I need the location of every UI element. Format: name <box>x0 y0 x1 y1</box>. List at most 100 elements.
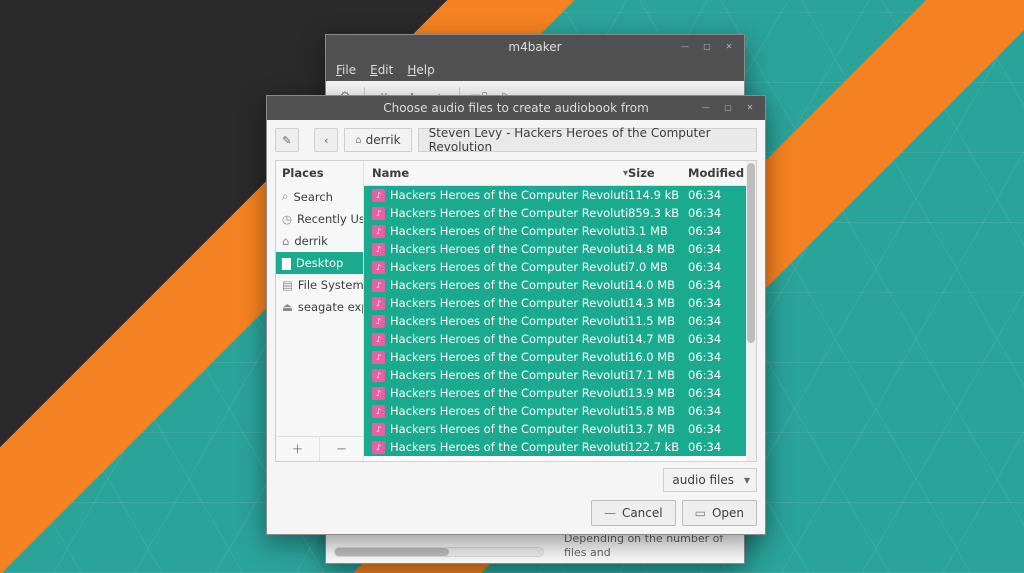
column-size[interactable]: Size <box>628 166 688 180</box>
m4baker-titlebar[interactable]: m4baker — ▢ ✕ <box>326 35 744 59</box>
breadcrumb-home-label: derrik <box>366 133 401 147</box>
file-name: Hackers Heroes of the Computer Revolutio… <box>390 386 628 400</box>
place-icon: ⌂ <box>282 234 289 248</box>
place-icon: ⏏ <box>282 300 293 314</box>
menu-file[interactable]: File <box>336 63 356 77</box>
breadcrumb-home[interactable]: ⌂ derrik <box>344 128 411 152</box>
cancel-button[interactable]: — Cancel <box>591 500 676 526</box>
file-size: 7.0 MB <box>628 260 688 274</box>
audio-file-icon: ♪ <box>372 225 385 238</box>
file-row[interactable]: ♪Hackers Heroes of the Computer Revoluti… <box>364 240 756 258</box>
file-modified: 06:34 <box>688 224 748 238</box>
file-row[interactable]: ♪Hackers Heroes of the Computer Revoluti… <box>364 402 756 420</box>
file-size: 16.0 MB <box>628 350 688 364</box>
file-columns: Name ▾ Size Modified <box>364 161 756 186</box>
file-row[interactable]: ♪Hackers Heroes of the Computer Revoluti… <box>364 294 756 312</box>
file-size: 14.8 MB <box>628 242 688 256</box>
file-size: 11.5 MB <box>628 314 688 328</box>
close-icon[interactable]: ✕ <box>743 100 757 114</box>
places-item-desktop[interactable]: ▇Desktop <box>276 252 363 274</box>
dialog-title: Choose audio files to create audiobook f… <box>267 101 765 115</box>
path-back-button[interactable]: ‹ <box>314 128 338 152</box>
file-modified: 06:34 <box>688 314 748 328</box>
menubar: File Edit Help <box>326 59 744 81</box>
places-item-file-system[interactable]: ▤File System <box>276 274 363 296</box>
file-name: Hackers Heroes of the Computer Revolutio… <box>390 314 628 328</box>
edit-path-button[interactable]: ✎ <box>275 128 299 152</box>
open-button[interactable]: ▭ Open <box>682 500 757 526</box>
file-size: 114.9 kB <box>628 188 688 202</box>
close-icon[interactable]: ✕ <box>722 39 736 53</box>
column-name[interactable]: Name <box>372 166 409 180</box>
file-row[interactable]: ♪ Hackers Heroes of the Computer Revoluti… <box>364 186 756 204</box>
file-list: Name ▾ Size Modified ♪ Hackers Heroes of … <box>364 161 756 461</box>
audio-file-icon: ♪ <box>372 369 385 382</box>
file-modified: 06:34 <box>688 206 748 220</box>
file-size: 17.1 MB <box>628 368 688 382</box>
maximize-icon[interactable]: ▢ <box>721 100 735 114</box>
maximize-icon[interactable]: ▢ <box>700 39 714 53</box>
file-modified: 06:34 <box>688 188 748 202</box>
file-browser: Places ⌕Search◷Recently Used ⌂ derrik ▇Desk… <box>275 160 757 462</box>
audio-file-icon: ♪ <box>372 387 385 400</box>
menu-help[interactable]: Help <box>407 63 434 77</box>
file-list-scrollbar[interactable] <box>746 161 756 461</box>
open-icon: ▭ <box>695 506 706 520</box>
file-row[interactable]: ♪ Hackers Heroes of the Computer Revoluti… <box>364 384 756 402</box>
file-size: 14.3 MB <box>628 296 688 310</box>
audio-file-icon: ♪ <box>372 315 385 328</box>
column-modified[interactable]: Modified <box>688 166 748 180</box>
place-label: File System <box>298 278 363 292</box>
file-modified: 06:34 <box>688 332 748 346</box>
file-row[interactable]: ♪Hackers Heroes of the Computer Revoluti… <box>364 330 756 348</box>
file-modified: 06:34 <box>688 260 748 274</box>
minimize-icon[interactable]: — <box>699 100 713 114</box>
file-modified: 06:34 <box>688 278 748 292</box>
file-row[interactable]: ♪Hackers Heroes of the Computer Revoluti… <box>364 222 756 240</box>
audio-file-icon: ♪ <box>372 189 385 202</box>
file-row[interactable]: ♪ Hackers Heroes of the Computer Revoluti… <box>364 312 756 330</box>
file-name: Hackers Heroes of the Computer Revolutio… <box>390 404 628 418</box>
file-row[interactable]: ♪Hackers Heroes of the Computer Revoluti… <box>364 276 756 294</box>
file-name: Hackers Heroes of the Computer Revolutio… <box>390 260 628 274</box>
file-row[interactable]: ♪Hackers Heroes of the Computer Revoluti… <box>364 366 756 384</box>
file-modified: 06:34 <box>688 440 748 454</box>
file-filter-select[interactable]: audio files <box>663 468 757 492</box>
file-modified: 06:34 <box>688 422 748 436</box>
audio-file-icon: ♪ <box>372 441 385 454</box>
breadcrumb-current[interactable]: Steven Levy - Hackers Heroes of the Comp… <box>418 128 757 152</box>
file-modified: 06:34 <box>688 242 748 256</box>
places-remove-button[interactable]: － <box>320 437 363 461</box>
file-size: 859.3 kB <box>628 206 688 220</box>
file-chooser-dialog: Choose audio files to create audiobook f… <box>266 95 766 535</box>
places-item-derrik[interactable]: ⌂ derrik <box>276 230 363 252</box>
places-item-search[interactable]: ⌕Search <box>276 185 363 208</box>
horizontal-scrollbar[interactable] <box>334 547 544 557</box>
file-row[interactable]: ♪Hackers Heroes of the Computer Revoluti… <box>364 438 756 456</box>
file-row[interactable]: ♪ Hackers Heroes of the Computer Revoluti… <box>364 348 756 366</box>
cancel-label: Cancel <box>622 506 663 520</box>
breadcrumb-current-label: Steven Levy - Hackers Heroes of the Comp… <box>429 126 746 154</box>
places-item-recently-used[interactable]: ◷Recently Used <box>276 208 363 230</box>
audio-file-icon: ♪ <box>372 423 385 436</box>
file-modified: 06:34 <box>688 386 748 400</box>
file-size: 13.7 MB <box>628 422 688 436</box>
places-add-button[interactable]: ＋ <box>276 437 320 461</box>
file-size: 122.7 kB <box>628 440 688 454</box>
audio-file-icon: ♪ <box>372 261 385 274</box>
place-label: derrik <box>294 234 327 248</box>
places-header: Places <box>276 161 363 185</box>
places-item-seagate-exp-[interactable]: ⏏seagate exp… <box>276 296 363 318</box>
minimize-icon[interactable]: — <box>678 39 692 53</box>
file-name: Hackers Heroes of the Computer Revolutio… <box>390 350 628 364</box>
file-row[interactable]: ♪Hackers Heroes of the Computer Revoluti… <box>364 420 756 438</box>
file-row[interactable]: ♪ Hackers Heroes of the Computer Revoluti… <box>364 258 756 276</box>
menu-edit[interactable]: Edit <box>370 63 393 77</box>
file-name: Hackers Heroes of the Computer Revolutio… <box>390 242 628 256</box>
place-icon: ◷ <box>282 212 292 226</box>
file-row[interactable]: ♪Hackers Heroes of the Computer Revoluti… <box>364 204 756 222</box>
file-name: Hackers Heroes of the Computer Revolutio… <box>390 188 628 202</box>
dialog-titlebar[interactable]: Choose audio files to create audiobook f… <box>267 96 765 120</box>
audio-file-icon: ♪ <box>372 351 385 364</box>
file-name: Hackers Heroes of the Computer Revolutio… <box>390 206 628 220</box>
